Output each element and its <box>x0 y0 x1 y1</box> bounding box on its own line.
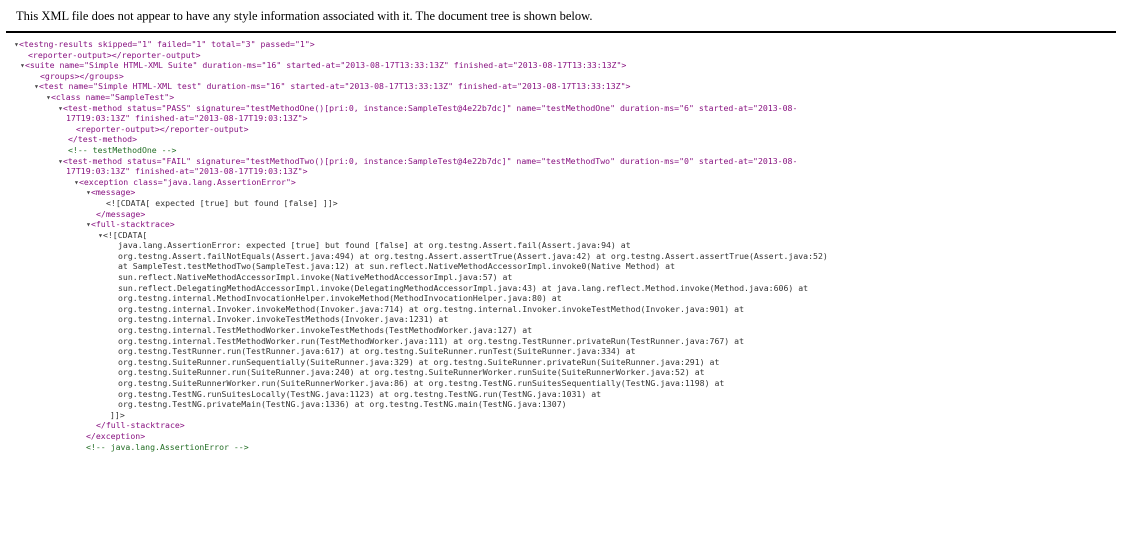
xml-line-test-method-one: ▾<test-method status="PASS" signature="t… <box>14 103 1122 114</box>
exception-open-tag: <exception class="java.lang.AssertionErr… <box>78 176 296 187</box>
test-method-one-close-tag: </test-method> <box>68 134 138 145</box>
xml-style-notice: This XML file does not appear to have an… <box>6 0 1116 33</box>
reporter-output-tag: <reporter-output></reporter-output> <box>28 49 201 60</box>
xml-line-cdata-close: ]]> <box>14 410 1122 421</box>
xml-line-tm1-reporter-output: <reporter-output></reporter-output> <box>14 124 1122 135</box>
xml-line-message-cdata: <![CDATA[ expected [true] but found [fal… <box>14 198 1122 209</box>
xml-line-testng-results: ▾<testng-results skipped="1" failed="1" … <box>14 39 1122 50</box>
xml-stacktrace-block: java.lang.AssertionError: expected [true… <box>14 240 1122 410</box>
xml-line-test-method-two-cont: 17T19:03:13Z" finished-at="2013-08-17T19… <box>14 166 1122 177</box>
xml-line-reporter-output: <reporter-output></reporter-output> <box>14 50 1122 61</box>
exception-comment: <!-- java.lang.AssertionError --> <box>86 441 249 452</box>
stacktrace-text: java.lang.AssertionError: expected [true… <box>118 240 828 410</box>
test-method-two-open-tag: <test-method status="FAIL" signature="te… <box>62 155 798 166</box>
tm1-reporter-output-tag: <reporter-output></reporter-output> <box>76 123 249 134</box>
xml-line-message: ▾<message> <box>14 187 1122 198</box>
exception-close-tag: </exception> <box>86 430 146 441</box>
full-stacktrace-close-tag: </full-stacktrace> <box>96 420 185 431</box>
message-close-tag: </message> <box>96 208 146 219</box>
xml-line-test-method-one-cont: 17T19:03:13Z" finished-at="2013-08-17T19… <box>14 113 1122 124</box>
testng-results-open-tag: <testng-results skipped="1" failed="1" t… <box>18 39 315 49</box>
xml-line-exception-comment: <!-- java.lang.AssertionError --> <box>14 442 1122 453</box>
xml-line-groups: <groups></groups> <box>14 71 1122 82</box>
xml-line-tm1-close: </test-method> <box>14 134 1122 145</box>
test-method-two-open-tag-cont: 17T19:03:13Z" finished-at="2013-08-17T19… <box>66 166 308 177</box>
test-method-one-open-tag-cont: 17T19:03:13Z" finished-at="2013-08-17T19… <box>66 113 308 124</box>
xml-line-full-stacktrace: ▾<full-stacktrace> <box>14 219 1122 230</box>
xml-line-class: ▾<class name="SampleTest"> <box>14 92 1122 103</box>
test-method-one-open-tag: <test-method status="PASS" signature="te… <box>62 102 798 113</box>
xml-line-stacktrace-close: </full-stacktrace> <box>14 420 1122 431</box>
xml-line-test-method-two: ▾<test-method status="FAIL" signature="t… <box>14 156 1122 167</box>
xml-line-test: ▾<test name="Simple HTML-XML test" durat… <box>14 81 1122 92</box>
test-open-tag: <test name="Simple HTML-XML test" durati… <box>38 81 631 92</box>
xml-line-cdata-open: ▾<![CDATA[ <box>14 230 1122 241</box>
suite-open-tag: <suite name="Simple HTML-XML Suite" dura… <box>24 60 627 71</box>
test-method-one-comment: <!-- testMethodOne --> <box>68 144 177 155</box>
xml-document-tree: ▾<testng-results skipped="1" failed="1" … <box>0 33 1122 452</box>
xml-line-tm1-comment: <!-- testMethodOne --> <box>14 145 1122 156</box>
cdata-open-marker: <![CDATA[ <box>102 229 148 240</box>
class-open-tag: <class name="SampleTest"> <box>50 91 175 102</box>
xml-line-message-close: </message> <box>14 209 1122 220</box>
xml-line-suite: ▾<suite name="Simple HTML-XML Suite" dur… <box>14 60 1122 71</box>
full-stacktrace-open-tag: <full-stacktrace> <box>90 219 175 230</box>
message-cdata: <![CDATA[ expected [true] but found [fal… <box>106 197 338 208</box>
groups-tag: <groups></groups> <box>40 70 124 81</box>
xml-line-exception: ▾<exception class="java.lang.AssertionEr… <box>14 177 1122 188</box>
message-open-tag: <message> <box>90 187 136 198</box>
cdata-close-marker: ]]> <box>110 409 125 420</box>
xml-line-exception-close: </exception> <box>14 431 1122 442</box>
